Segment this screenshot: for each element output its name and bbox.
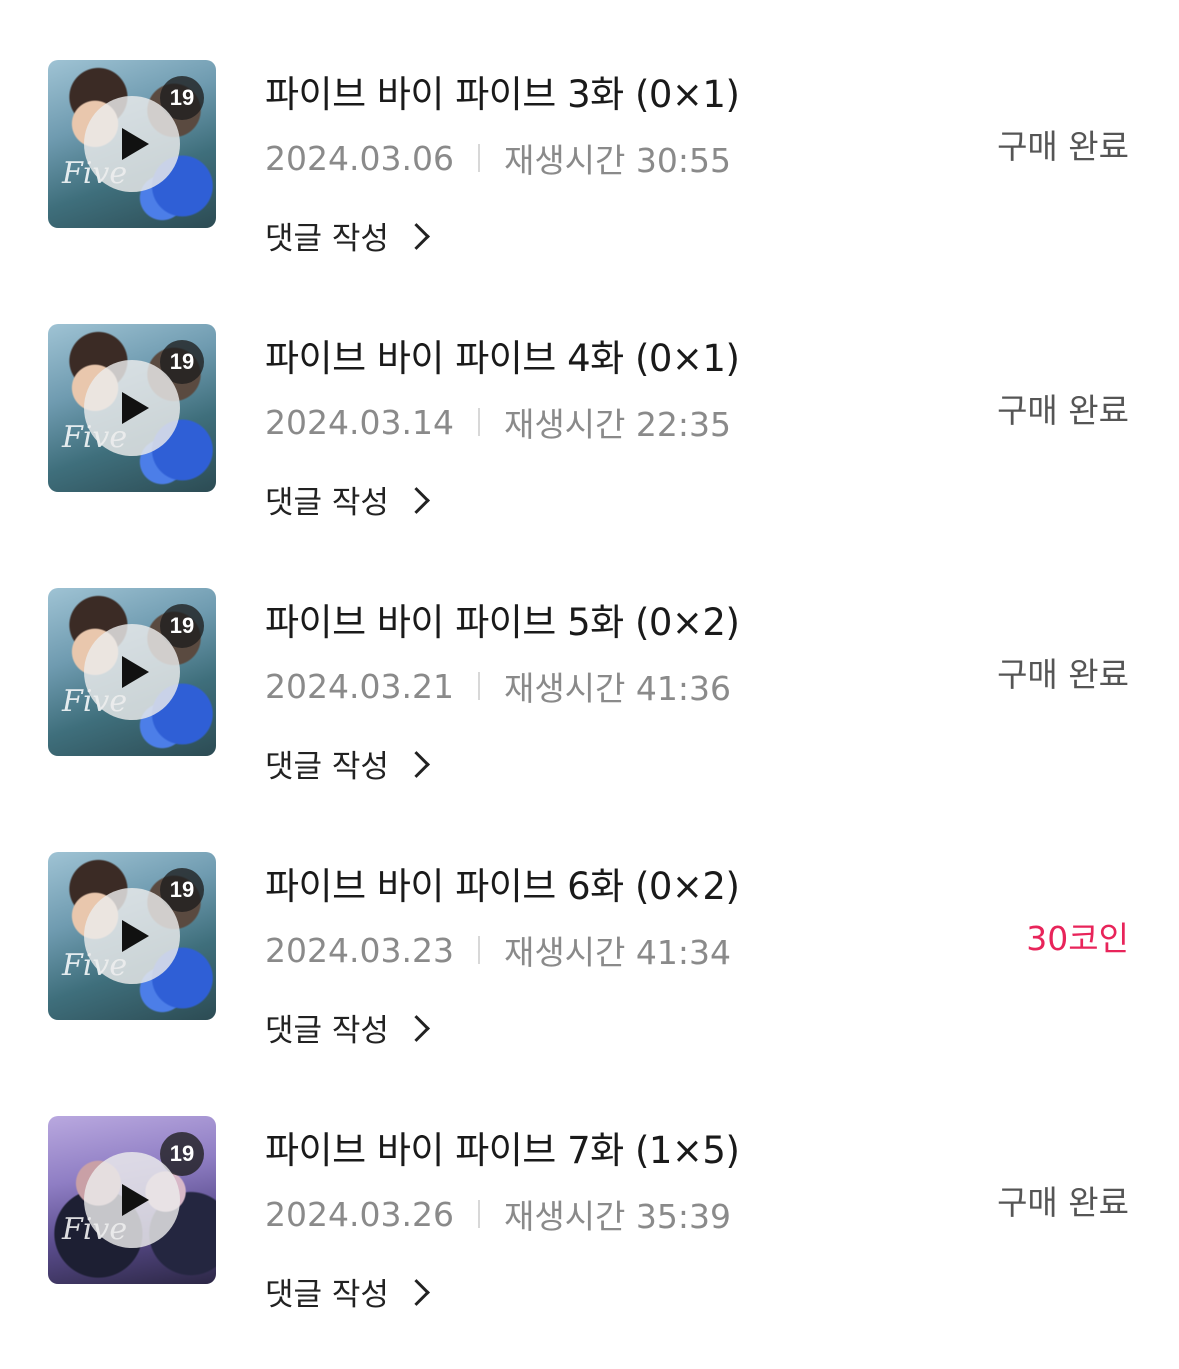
episode-duration: 재생시간 41:36 <box>503 669 731 708</box>
meta-divider <box>477 408 480 436</box>
episode-title[interactable]: 파이브 바이 파이브 7화 (1×5) <box>265 1120 740 1174</box>
play-button[interactable] <box>84 624 180 720</box>
purchase-status: 구매 완료 <box>997 127 1129 166</box>
coin-price-button[interactable]: 30코인 <box>1026 912 1129 960</box>
episode-duration: 재생시간 30:55 <box>503 141 731 180</box>
purchase-status: 구매 완료 <box>997 1183 1129 1222</box>
episode-thumbnail[interactable]: Five 19 <box>48 60 216 228</box>
episode-item[interactable]: Five 19 파이브 바이 파이브 6화 (0×2) 2024.03.23 재… <box>0 792 1179 1056</box>
write-comment-link[interactable]: 댓글 작성 <box>265 741 430 786</box>
episode-duration: 재생시간 22:35 <box>503 405 731 444</box>
meta-divider <box>477 672 480 700</box>
episode-title[interactable]: 파이브 바이 파이브 3화 (0×1) <box>265 64 740 118</box>
play-button[interactable] <box>84 888 180 984</box>
write-comment-label: 댓글 작성 <box>265 749 389 785</box>
episode-thumbnail[interactable]: Five 19 <box>48 588 216 756</box>
write-comment-link[interactable]: 댓글 작성 <box>265 477 430 522</box>
play-button[interactable] <box>84 96 180 192</box>
write-comment-label: 댓글 작성 <box>265 1013 389 1049</box>
episode-meta: 2024.03.23 재생시간 41:34 <box>265 926 731 974</box>
episode-item[interactable]: Five 19 파이브 바이 파이브 3화 (0×1) 2024.03.06 재… <box>0 0 1179 264</box>
play-button[interactable] <box>84 1152 180 1248</box>
play-icon <box>121 392 149 424</box>
episode-meta: 2024.03.14 재생시간 22:35 <box>265 398 731 446</box>
meta-divider <box>477 1200 480 1228</box>
episode-item[interactable]: Five 19 파이브 바이 파이브 7화 (1×5) 2024.03.26 재… <box>0 1056 1179 1320</box>
episode-date: 2024.03.21 <box>265 666 454 706</box>
play-icon <box>121 920 149 952</box>
episode-duration: 재생시간 35:39 <box>503 1197 731 1236</box>
meta-divider <box>477 936 480 964</box>
episode-title[interactable]: 파이브 바이 파이브 6화 (0×2) <box>265 856 740 910</box>
write-comment-label: 댓글 작성 <box>265 1277 389 1313</box>
chevron-right-icon <box>403 1015 430 1042</box>
episode-meta: 2024.03.21 재생시간 41:36 <box>265 662 731 710</box>
chevron-right-icon <box>403 751 430 778</box>
write-comment-label: 댓글 작성 <box>265 485 389 521</box>
episode-title[interactable]: 파이브 바이 파이브 5화 (0×2) <box>265 592 740 646</box>
episode-date: 2024.03.23 <box>265 930 454 970</box>
play-icon <box>121 128 149 160</box>
episode-item[interactable]: Five 19 파이브 바이 파이브 4화 (0×1) 2024.03.14 재… <box>0 264 1179 528</box>
play-button[interactable] <box>84 360 180 456</box>
play-icon <box>121 1184 149 1216</box>
purchase-status: 구매 완료 <box>997 655 1129 694</box>
episode-title[interactable]: 파이브 바이 파이브 4화 (0×1) <box>265 328 740 382</box>
write-comment-label: 댓글 작성 <box>265 221 389 257</box>
write-comment-link[interactable]: 댓글 작성 <box>265 1269 430 1314</box>
write-comment-link[interactable]: 댓글 작성 <box>265 1005 430 1050</box>
purchase-status: 구매 완료 <box>997 391 1129 430</box>
chevron-right-icon <box>403 223 430 250</box>
play-icon <box>121 656 149 688</box>
meta-divider <box>477 144 480 172</box>
episode-meta: 2024.03.06 재생시간 30:55 <box>265 134 731 182</box>
episode-item[interactable]: Five 19 파이브 바이 파이브 5화 (0×2) 2024.03.21 재… <box>0 528 1179 792</box>
episode-thumbnail[interactable]: Five 19 <box>48 852 216 1020</box>
episode-thumbnail[interactable]: Five 19 <box>48 1116 216 1284</box>
episode-meta: 2024.03.26 재생시간 35:39 <box>265 1190 731 1238</box>
chevron-right-icon <box>403 487 430 514</box>
write-comment-link[interactable]: 댓글 작성 <box>265 213 430 258</box>
episode-duration: 재생시간 41:34 <box>503 933 731 972</box>
episode-date: 2024.03.06 <box>265 138 454 178</box>
chevron-right-icon <box>403 1279 430 1306</box>
episode-date: 2024.03.26 <box>265 1194 454 1234</box>
episode-date: 2024.03.14 <box>265 402 454 442</box>
episode-thumbnail[interactable]: Five 19 <box>48 324 216 492</box>
